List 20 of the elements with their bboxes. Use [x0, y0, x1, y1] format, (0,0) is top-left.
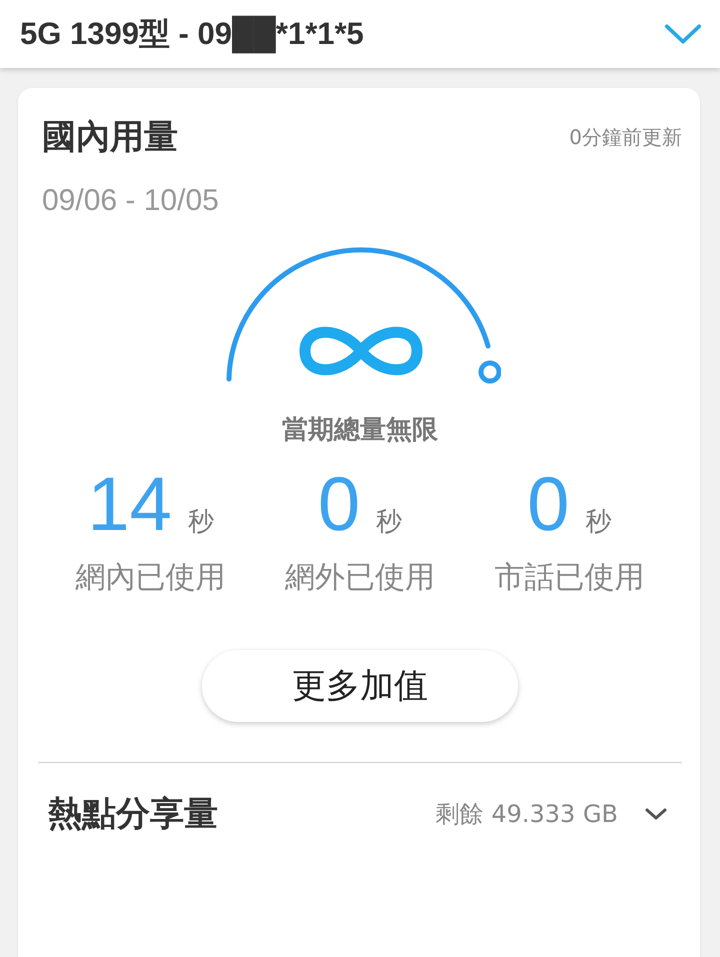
update-time: 0分鐘前更新: [569, 124, 682, 150]
remaining-data: 剩餘 49.333 GB: [436, 799, 618, 830]
usage-value: 0: [527, 467, 570, 543]
chevron-down-icon[interactable]: [644, 807, 668, 821]
usage-value: 14: [87, 467, 172, 543]
usage-value: 0: [318, 467, 360, 543]
card-title: 國內用量: [42, 116, 178, 159]
infinity-icon: [300, 326, 422, 376]
billing-period: 09/06 - 10/05: [41, 184, 220, 218]
hotspot-row[interactable]: 熱點分享量 剩餘 49.333 GB: [38, 763, 682, 837]
usage-label: 網外已使用: [284, 559, 435, 597]
usage-label: 市話已使用: [494, 559, 644, 597]
section-title: 熱點分享量: [48, 793, 219, 836]
unit-label: 秒: [585, 506, 612, 539]
plan-title: 5G 1399型 - 09██*1*1*5: [20, 13, 364, 55]
usage-label: 網內已使用: [76, 559, 226, 597]
add-value-button[interactable]: 更多加值: [202, 650, 518, 722]
gauge-label: 當期總量無限: [281, 414, 439, 447]
unit-label: 秒: [188, 506, 214, 539]
unit-label: 秒: [376, 506, 402, 539]
